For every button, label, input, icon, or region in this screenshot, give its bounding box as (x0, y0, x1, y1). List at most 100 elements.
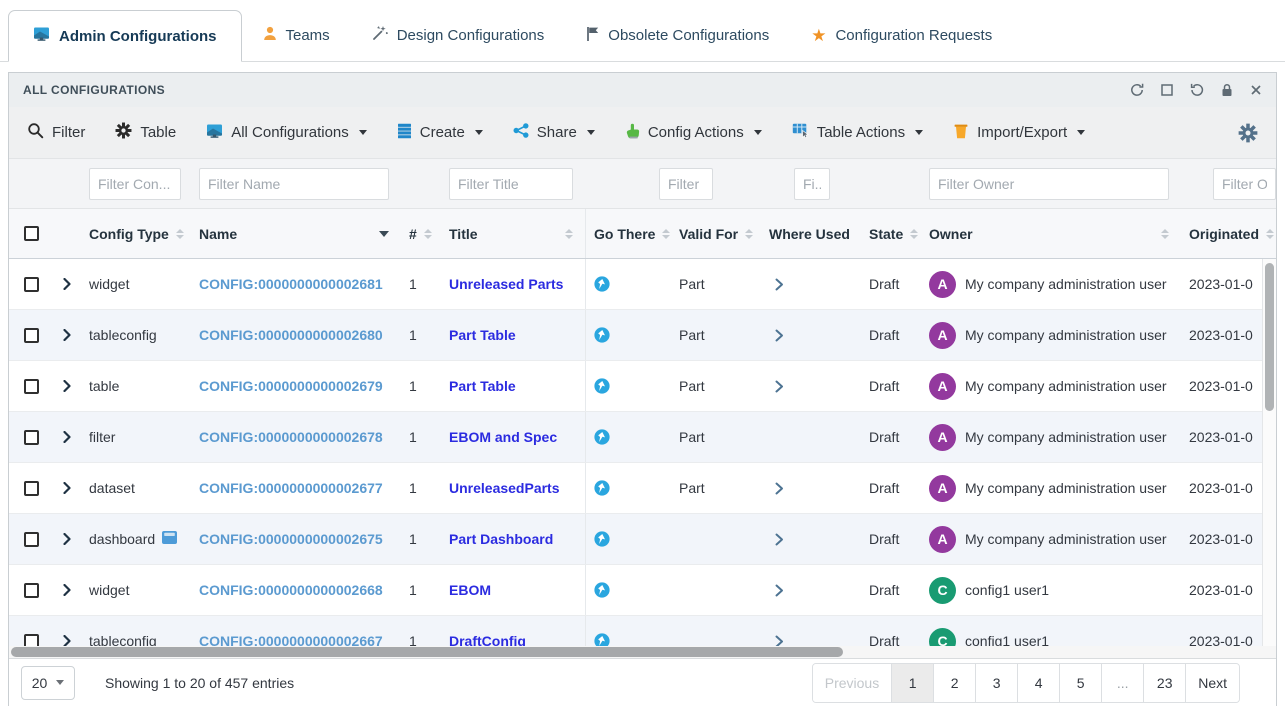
expand-row-icon[interactable] (63, 278, 71, 290)
expand-row-icon[interactable] (63, 533, 71, 545)
pagination-page-5[interactable]: 5 (1059, 664, 1101, 702)
expand-row-icon[interactable] (63, 584, 71, 596)
column-header-valid-for[interactable]: Valid For (671, 209, 761, 258)
column-header-title[interactable]: Title (441, 209, 585, 258)
pagination-page-4[interactable]: 4 (1017, 664, 1059, 702)
where-used-chevron[interactable] (769, 380, 784, 393)
title-link[interactable]: UnreleasedParts (449, 480, 560, 496)
originated-cell: 2023-01-0 (1189, 582, 1253, 598)
maximize-icon[interactable] (1161, 84, 1173, 96)
tab-teams[interactable]: Teams (242, 9, 351, 61)
title-link[interactable]: DraftConfig (449, 633, 526, 646)
vertical-scrollbar-thumb[interactable] (1265, 263, 1274, 411)
column-header-name[interactable]: Name (191, 209, 401, 258)
config-type-cell: widget (89, 276, 129, 292)
title-link[interactable]: EBOM and Spec (449, 429, 557, 445)
title-link[interactable]: EBOM (449, 582, 491, 598)
select-all-checkbox[interactable] (24, 226, 39, 241)
table-button[interactable]: Table (115, 122, 176, 143)
tab-design-configurations[interactable]: Design Configurations (351, 9, 566, 61)
where-used-chevron[interactable] (769, 278, 784, 291)
row-checkbox[interactable] (24, 328, 39, 343)
where-used-chevron[interactable] (769, 635, 784, 647)
page-size-selector[interactable]: 20 (21, 666, 75, 700)
go-there-icon[interactable] (594, 378, 610, 394)
go-there-icon[interactable] (594, 480, 610, 496)
config-name-link[interactable]: CONFIG:0000000000002675 (199, 531, 383, 547)
row-checkbox[interactable] (24, 532, 39, 547)
refresh-icon[interactable] (1130, 83, 1144, 97)
close-icon[interactable] (1250, 84, 1262, 96)
row-checkbox[interactable] (24, 634, 39, 647)
config-name-link[interactable]: CONFIG:0000000000002680 (199, 327, 383, 343)
expand-row-icon[interactable] (63, 635, 71, 646)
config-name-link[interactable]: CONFIG:0000000000002679 (199, 378, 383, 394)
expand-row-icon[interactable] (63, 431, 71, 443)
share-dropdown[interactable]: Share (513, 123, 595, 142)
column-header-originated[interactable]: Originated (1181, 209, 1276, 258)
tab-admin-configurations[interactable]: Admin Configurations (8, 10, 242, 62)
where-used-chevron[interactable] (769, 584, 784, 597)
column-header-config-type[interactable]: Config Type (81, 209, 191, 258)
create-dropdown[interactable]: Create (397, 123, 483, 143)
column-header-owner[interactable]: Owner (921, 209, 1181, 258)
title-link[interactable]: Part Table (449, 327, 516, 343)
title-link[interactable]: Part Table (449, 378, 516, 394)
pagination-page-2[interactable]: 2 (933, 664, 975, 702)
expand-row-icon[interactable] (63, 482, 71, 494)
filter-valid-for-input[interactable] (659, 168, 713, 200)
column-header-where-used[interactable]: Where Used (761, 209, 861, 258)
go-there-icon[interactable] (594, 633, 610, 646)
where-used-chevron[interactable] (769, 482, 784, 495)
filter-originated-input[interactable] (1213, 168, 1276, 200)
row-checkbox[interactable] (24, 277, 39, 292)
lock-icon[interactable] (1221, 83, 1233, 97)
sort-icon (176, 229, 184, 239)
title-link[interactable]: Part Dashboard (449, 531, 553, 547)
pagination-next[interactable]: Next (1185, 664, 1239, 702)
import-export-dropdown[interactable]: Import/Export (953, 123, 1085, 143)
view-selector-dropdown[interactable]: All Configurations (206, 124, 367, 142)
filter-state-input[interactable] (794, 168, 830, 200)
go-there-icon[interactable] (594, 582, 610, 598)
filter-owner-input[interactable] (929, 168, 1169, 200)
pagination-page-3[interactable]: 3 (975, 664, 1017, 702)
config-actions-dropdown[interactable]: Config Actions (625, 123, 762, 143)
row-checkbox[interactable] (24, 583, 39, 598)
column-header-state[interactable]: State (861, 209, 921, 258)
filter-config-type-input[interactable] (89, 168, 181, 200)
go-there-icon[interactable] (594, 327, 610, 343)
pagination-previous[interactable]: Previous (813, 664, 891, 702)
settings-gear-icon[interactable] (1238, 123, 1258, 143)
undo-icon[interactable] (1190, 83, 1204, 97)
row-checkbox[interactable] (24, 481, 39, 496)
filter-title-input[interactable] (449, 168, 573, 200)
pagination-page-23[interactable]: 23 (1143, 664, 1185, 702)
config-name-link[interactable]: CONFIG:0000000000002677 (199, 480, 383, 496)
column-header-go-there[interactable]: Go There (585, 209, 671, 258)
table-row: widget CONFIG:0000000000002668 1 EBOM Dr… (9, 565, 1262, 616)
config-name-link[interactable]: CONFIG:0000000000002678 (199, 429, 383, 445)
where-used-chevron[interactable] (769, 329, 784, 342)
filter-name-input[interactable] (199, 168, 389, 200)
config-name-link[interactable]: CONFIG:0000000000002668 (199, 582, 383, 598)
pagination-page-1[interactable]: 1 (891, 664, 933, 702)
title-link[interactable]: Unreleased Parts (449, 276, 563, 292)
row-checkbox[interactable] (24, 379, 39, 394)
go-there-icon[interactable] (594, 276, 610, 292)
config-name-link[interactable]: CONFIG:0000000000002667 (199, 633, 383, 646)
table-actions-dropdown[interactable]: Table Actions (792, 123, 923, 143)
horizontal-scrollbar-thumb[interactable] (11, 647, 843, 657)
config-name-link[interactable]: CONFIG:0000000000002681 (199, 276, 383, 292)
where-used-chevron[interactable] (769, 533, 784, 546)
tab-configuration-requests[interactable]: ★ Configuration Requests (790, 9, 1013, 61)
go-there-icon[interactable] (594, 531, 610, 547)
column-header-count[interactable]: # (401, 209, 441, 258)
table-footer: 20 Showing 1 to 20 of 457 entries Previo… (9, 658, 1276, 706)
filter-button[interactable]: Filter (27, 122, 85, 143)
go-there-icon[interactable] (594, 429, 610, 445)
row-checkbox[interactable] (24, 430, 39, 445)
tab-obsolete-configurations[interactable]: Obsolete Configurations (565, 9, 790, 61)
expand-row-icon[interactable] (63, 380, 71, 392)
expand-row-icon[interactable] (63, 329, 71, 341)
